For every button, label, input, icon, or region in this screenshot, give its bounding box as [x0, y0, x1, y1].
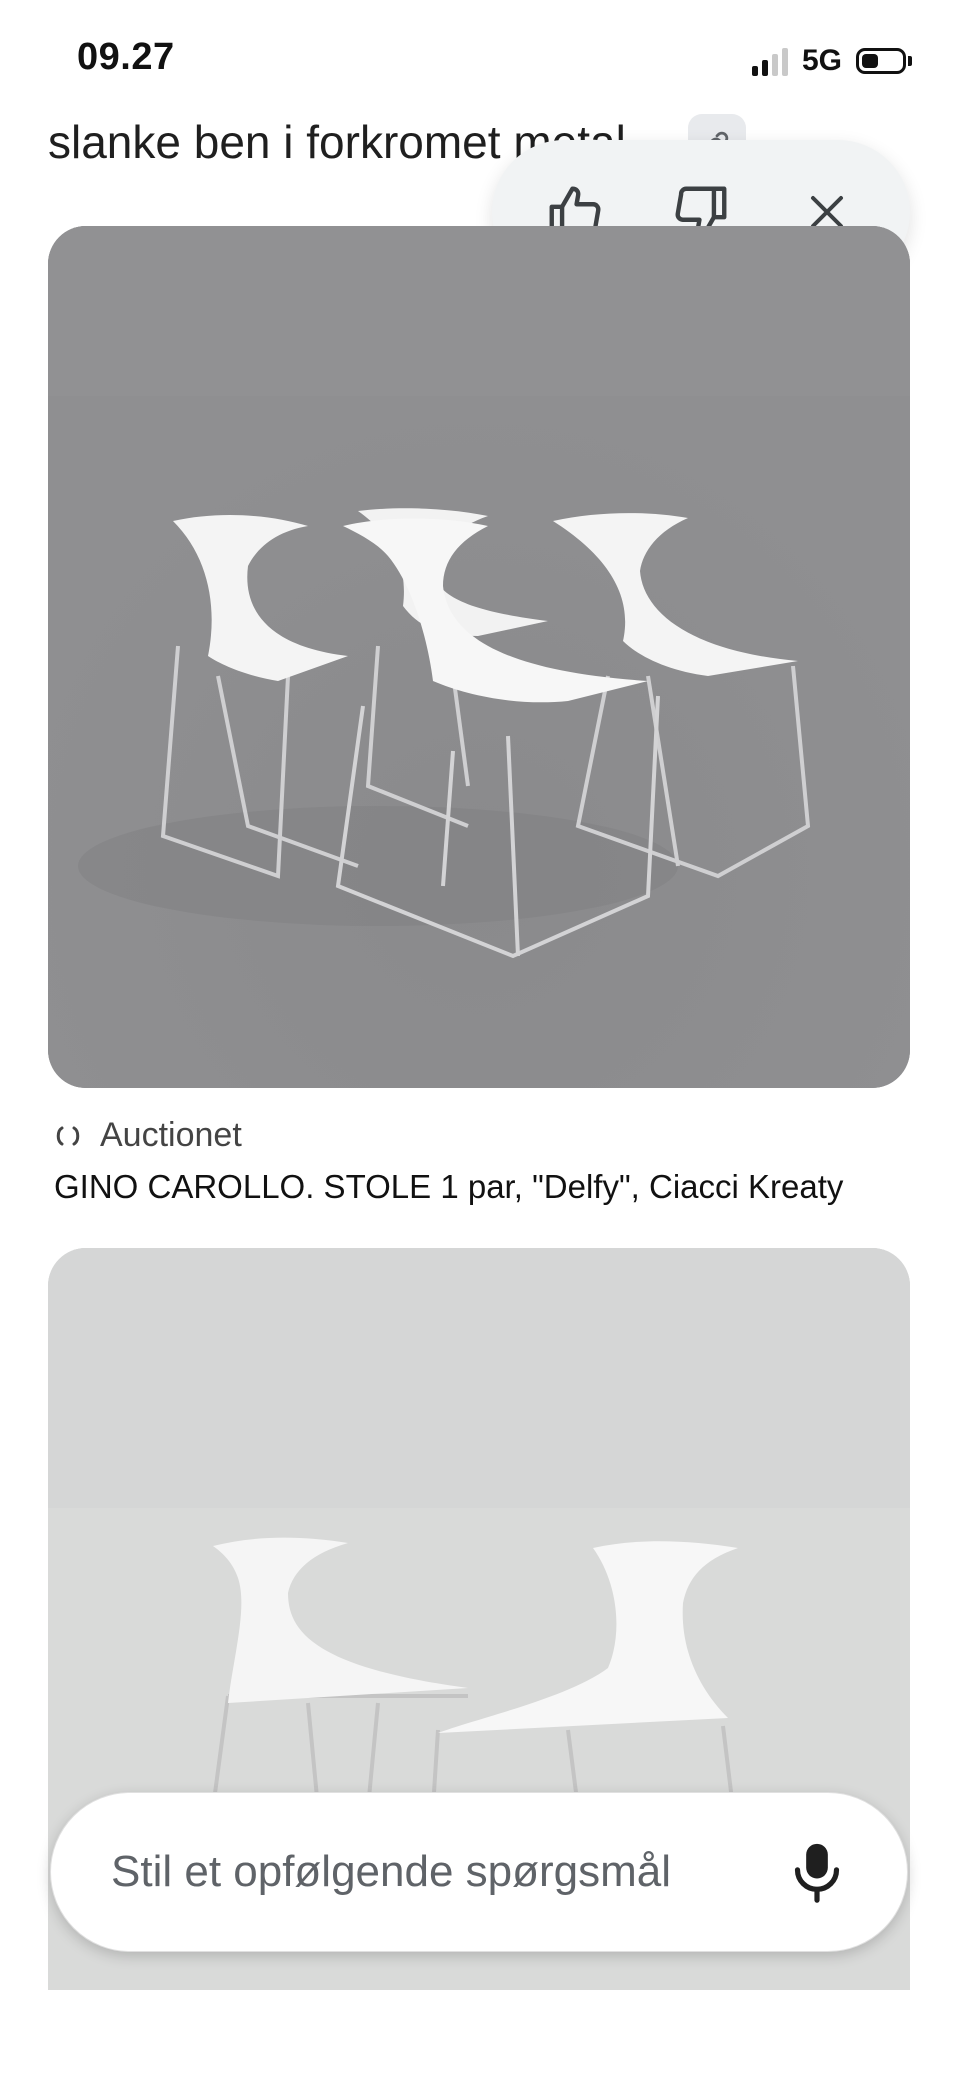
battery-tip — [908, 56, 912, 66]
followup-input[interactable] — [51, 1846, 767, 1898]
status-bar: 09.27 5G — [0, 0, 960, 110]
source-name: Auctionet — [100, 1116, 242, 1154]
status-indicators: 5G — [751, 44, 912, 78]
bottom-area — [0, 1990, 960, 2079]
mic-icon — [794, 1843, 840, 1903]
status-time: 09.27 — [77, 36, 175, 78]
mic-button[interactable] — [767, 1822, 867, 1922]
auctionet-logo-icon — [56, 1126, 80, 1145]
battery-icon — [856, 48, 906, 74]
result-source[interactable]: Auctionet — [54, 1116, 242, 1155]
followup-bar — [50, 1792, 908, 1952]
result-image-1[interactable] — [48, 226, 910, 1088]
result-title[interactable]: GINO CAROLLO. STOLE 1 par, "Delfy", Ciac… — [54, 1168, 910, 1206]
network-label: 5G — [801, 44, 842, 77]
signal-icon — [751, 46, 788, 76]
chairs-photo-1 — [48, 226, 910, 1088]
